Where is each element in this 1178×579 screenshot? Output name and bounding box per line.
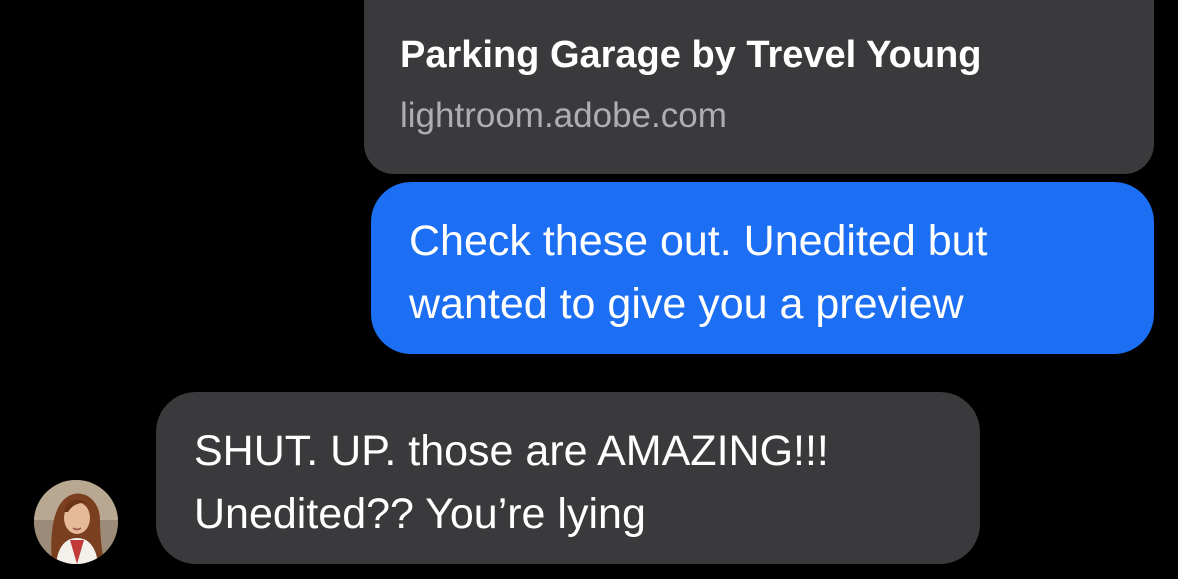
outgoing-message-bubble[interactable]: Check these out. Unedited but wanted to … xyxy=(371,182,1154,354)
message-thread: Parking Garage by Trevel Young lightroom… xyxy=(0,0,1178,579)
message-text-line: SHUT. UP. those are AMAZING!!! xyxy=(194,427,829,475)
message-text-line: wanted to give you a preview xyxy=(409,280,964,328)
message-text-line: Check these out. Unedited but xyxy=(409,217,988,265)
link-preview-card[interactable]: Parking Garage by Trevel Young lightroom… xyxy=(364,0,1154,174)
contact-photo-icon xyxy=(34,480,118,564)
link-preview-domain: lightroom.adobe.com xyxy=(400,96,727,135)
incoming-message-bubble[interactable]: SHUT. UP. those are AMAZING!!! Unedited?… xyxy=(156,392,980,564)
link-preview-title: Parking Garage by Trevel Young xyxy=(400,34,982,76)
contact-avatar[interactable] xyxy=(34,480,118,564)
message-text-line: Unedited?? You’re lying xyxy=(194,490,646,538)
